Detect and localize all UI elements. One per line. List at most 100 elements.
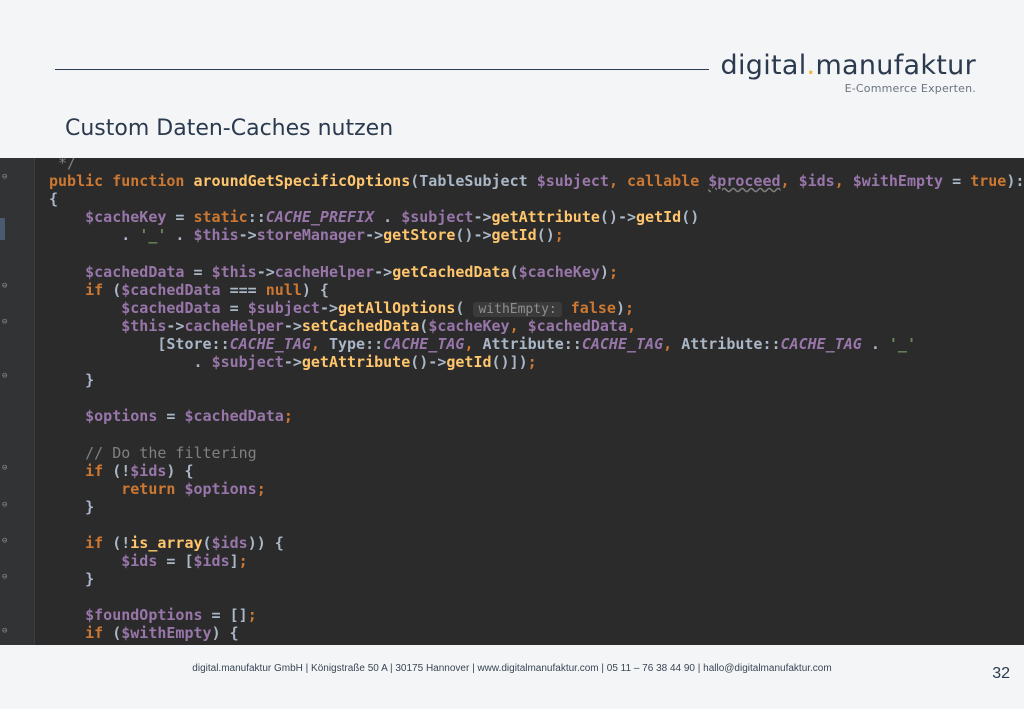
code-line[interactable]: $ids = [$ids]; (49, 552, 1024, 570)
code-line[interactable]: $cacheKey = static::CACHE_PREFIX . $subj… (49, 208, 1024, 226)
fold-icon[interactable]: ⊖ (2, 317, 12, 327)
code-line[interactable]: $options = $cachedData; (49, 407, 1024, 425)
code-token: ; (554, 226, 564, 245)
code-line[interactable]: { (49, 190, 1024, 208)
code-token: '_' (139, 226, 167, 245)
code-token: static (193, 208, 248, 227)
code-token: getAttribute (491, 208, 600, 227)
parameter-hint: withEmpty: (473, 301, 562, 317)
code-line[interactable]: if ($cachedData === null) { (49, 281, 1024, 299)
code-token: , (627, 316, 637, 335)
code-line[interactable]: public function aroundGetSpecificOptions… (49, 172, 1024, 190)
code-line[interactable]: $this->cacheHelper->setCachedData($cache… (49, 317, 1024, 335)
code-token: '_' (888, 334, 916, 353)
code-token: $foundOptions (49, 606, 203, 625)
code-token: = [ (157, 552, 194, 571)
slide-footer: digital.manufaktur GmbH | Königstraße 50… (0, 645, 1024, 709)
code-token: } (49, 497, 95, 516)
code-token: $this (49, 316, 167, 335)
code-area[interactable]: */public function aroundGetSpecificOptio… (49, 158, 1024, 643)
code-token: */ (49, 158, 77, 172)
code-line[interactable] (49, 516, 1024, 534)
code-token: $cachedData (527, 316, 627, 335)
code-token: ) (599, 262, 609, 281)
code-token: if (49, 461, 113, 480)
code-line[interactable]: [Store::CACHE_TAG, Type::CACHE_TAG, Attr… (49, 335, 1024, 353)
code-line[interactable] (49, 588, 1024, 606)
code-token: $ids (193, 552, 230, 571)
code-line[interactable]: if (!is_array($ids)) { (49, 534, 1024, 552)
code-line[interactable]: // Do the filtering (49, 444, 1024, 462)
code-token: $ids (798, 172, 835, 191)
code-token: $cacheKey (428, 316, 510, 335)
code-token: ] (229, 552, 239, 571)
code-token: $ids (211, 533, 248, 552)
code-token: $options (184, 479, 257, 498)
code-line[interactable] (49, 425, 1024, 443)
code-token: ) { (211, 624, 239, 643)
code-token: . (166, 226, 194, 245)
code-token: ( (112, 624, 122, 643)
code-token: ()]) (491, 353, 528, 372)
code-token: (! (112, 533, 131, 552)
code-token: [Store:: (49, 334, 230, 353)
code-token: -> (256, 262, 275, 281)
code-line[interactable]: if (!$ids) { (49, 462, 1024, 480)
code-token: $cachedData (49, 298, 221, 317)
code-token: ()-> (599, 208, 637, 227)
code-token: (! (112, 461, 131, 480)
code-token: )) { (247, 533, 284, 552)
code-token: -> (319, 298, 338, 317)
code-line[interactable]: . '_' . $this->storeManager->getStore()-… (49, 226, 1024, 244)
code-token: -> (166, 316, 185, 335)
fold-icon[interactable]: ⊖ (2, 500, 12, 510)
code-line[interactable]: if ($withEmpty) { (49, 624, 1024, 642)
code-editor[interactable]: ⊖ ⊖ ⊖ ⊖ ⊖ ⊖ ⊖ ⊖ ⊖ */public function arou… (0, 158, 1024, 645)
code-token: return (49, 479, 185, 498)
code-token: $subject (211, 353, 284, 372)
code-token: :: (247, 208, 266, 227)
code-line[interactable] (49, 244, 1024, 262)
logo-part1: digital (720, 50, 807, 81)
code-token: $cacheKey (49, 208, 167, 227)
code-token: ; (256, 479, 266, 498)
code-token: cacheHelper (184, 316, 284, 335)
code-token: = (220, 298, 248, 317)
code-token: { (49, 190, 59, 209)
fold-icon[interactable]: ⊖ (2, 281, 12, 291)
code-line[interactable]: } (49, 371, 1024, 389)
code-line[interactable]: $cachedData = $this->cacheHelper->getCac… (49, 263, 1024, 281)
code-token: = (943, 172, 971, 191)
code-token: ( (112, 280, 122, 299)
code-token: $cacheKey (518, 262, 600, 281)
code-line[interactable]: return $options; (49, 480, 1024, 498)
code-line[interactable]: } (49, 570, 1024, 588)
fold-icon[interactable]: ⊖ (2, 172, 12, 182)
code-token: ; (624, 298, 634, 317)
code-token: $cachedData (184, 407, 284, 426)
fold-icon[interactable]: ⊖ (2, 371, 12, 381)
code-token: ) { (166, 461, 194, 480)
slide-header: digital.manufaktur E-Commerce Experten. … (0, 0, 1024, 158)
fold-icon[interactable]: ⊖ (2, 536, 12, 546)
code-line[interactable]: $cachedData = $subject->getAllOptions( w… (49, 299, 1024, 317)
code-token: CACHE_TAG (229, 334, 311, 353)
code-line[interactable] (49, 389, 1024, 407)
code-token: . (49, 226, 140, 245)
code-token: Attribute:: (681, 334, 781, 353)
code-token: CACHE_PREFIX (265, 208, 375, 227)
code-token: -> (283, 353, 302, 372)
code-line[interactable]: */ (49, 158, 1024, 172)
code-token: ) { (301, 280, 329, 299)
code-token: setCachedData (301, 316, 420, 335)
code-token: = (184, 262, 212, 281)
code-token: $options (49, 407, 158, 426)
code-line[interactable]: . $subject->getAttribute()->getId()]); (49, 353, 1024, 371)
code-line[interactable]: } (49, 498, 1024, 516)
code-token: getAttribute (301, 353, 411, 372)
fold-icon[interactable]: ⊖ (2, 463, 12, 473)
fold-icon[interactable]: ⊖ (2, 572, 12, 582)
code-token: . (861, 334, 889, 353)
code-line[interactable]: $foundOptions = []; (49, 606, 1024, 624)
fold-icon[interactable]: ⊖ (2, 626, 12, 636)
